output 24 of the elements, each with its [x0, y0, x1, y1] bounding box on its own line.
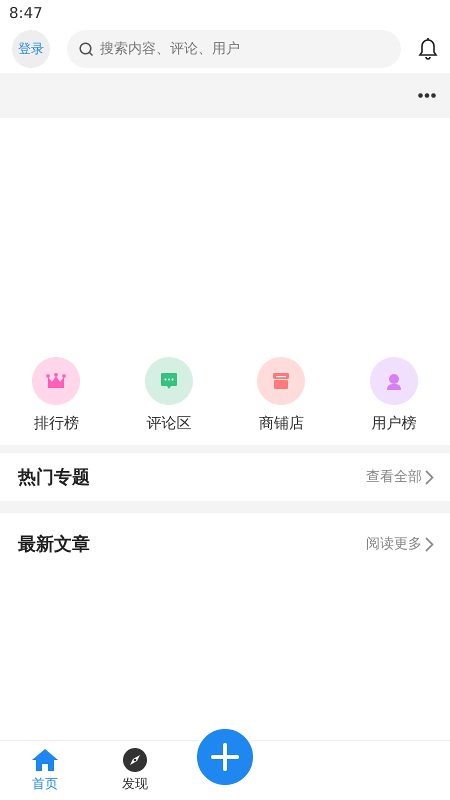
- status-time: 8:47: [9, 4, 43, 22]
- section-title: 热门专题: [18, 466, 90, 489]
- nav-tab[interactable]: 首页: [0, 741, 90, 800]
- shortcut-item[interactable]: 评论区: [112, 357, 225, 445]
- section-link[interactable]: 查看全部: [366, 468, 434, 486]
- shortcut-item[interactable]: 排行榜: [0, 357, 112, 445]
- home-icon: [31, 748, 59, 772]
- nav-tab[interactable]: 发现: [90, 741, 180, 800]
- chat-bubble-icon: [160, 372, 178, 390]
- chevron-icon: [425, 470, 434, 484]
- section-title: 最新文章: [18, 533, 90, 556]
- shortcut-item[interactable]: 商铺店: [225, 357, 338, 445]
- chevron-icon: [425, 536, 434, 552]
- plus-icon: [211, 743, 239, 771]
- search-icon: [79, 42, 94, 57]
- more-icon[interactable]: [418, 93, 436, 98]
- section-link[interactable]: 阅读更多: [366, 535, 434, 553]
- search-field[interactable]: 搜索内容、评论、用户: [67, 30, 401, 68]
- crown-icon: [46, 373, 66, 389]
- shop-icon: [272, 373, 290, 389]
- compass-icon: [123, 748, 147, 772]
- shortcut-item[interactable]: 用户榜: [338, 357, 450, 445]
- user-icon: [386, 372, 402, 390]
- bell-icon[interactable]: [418, 38, 438, 60]
